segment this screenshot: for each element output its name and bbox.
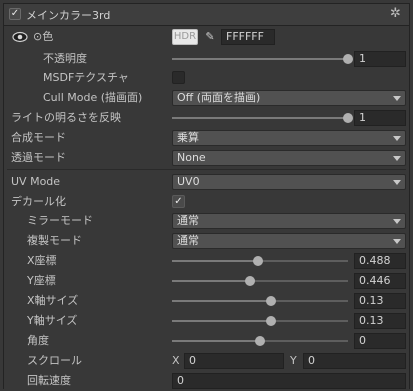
light-row: ライトの明るさを反映 1 — [0, 108, 413, 128]
slider-thumb[interactable] — [343, 54, 353, 64]
enable-checkbox[interactable]: ✓ — [9, 8, 21, 20]
ypos-row: Y座標 0.446 — [0, 271, 413, 291]
blend-label: 合成モード — [11, 131, 66, 144]
opacity-input[interactable]: 1 — [354, 51, 406, 67]
rotspeed-row: 回転速度 0 — [0, 371, 413, 391]
light-slider[interactable] — [172, 113, 353, 123]
xsize-input[interactable]: 0.13 — [354, 293, 406, 309]
msdf-row: MSDFテクスチャ — [0, 68, 413, 88]
rotspeed-input[interactable]: 0 — [172, 373, 406, 389]
scroll-x-label: X — [172, 354, 180, 367]
light-label: ライトの明るさを反映 — [11, 111, 121, 124]
mirror-label: ミラーモード — [27, 214, 93, 227]
slider-fill — [172, 280, 251, 282]
slider-fill — [172, 260, 258, 262]
mirror-value: 通常 — [177, 214, 199, 227]
opacity-label: 不透明度 — [43, 52, 87, 65]
chevron-down-icon — [393, 136, 401, 141]
slider-thumb[interactable] — [255, 336, 265, 346]
copy-label: 複製モード — [27, 234, 82, 247]
scroll-x-input[interactable]: 0 — [184, 353, 284, 369]
cull-row: Cull Mode (描画面) Off (両面を描画) — [0, 88, 413, 108]
eyedropper-icon[interactable]: ✎ — [203, 30, 217, 44]
copy-row: 複製モード 通常 — [0, 231, 413, 251]
scroll-row: スクロール X 0 Y 0 — [0, 351, 413, 371]
xsize-label: X軸サイズ — [27, 294, 79, 307]
blend-dropdown[interactable]: 乗算 — [172, 130, 406, 146]
scroll-label: スクロール — [27, 354, 82, 367]
transparency-row: 透過モード None — [0, 148, 413, 168]
decal-checkbox[interactable]: ✓ — [172, 195, 185, 208]
msdf-checkbox[interactable] — [172, 71, 185, 84]
eye-icon[interactable] — [12, 31, 28, 43]
slider-fill — [172, 58, 348, 60]
slider-thumb[interactable] — [343, 113, 353, 123]
slider-thumb[interactable] — [266, 316, 277, 326]
angle-row: 角度 0 — [0, 331, 413, 351]
decal-row: デカール化 ✓ — [0, 192, 413, 212]
color-hex-field[interactable]: FFFFFF — [221, 29, 275, 45]
slider-fill — [172, 320, 272, 322]
angle-slider[interactable] — [172, 336, 348, 346]
transparency-value: None — [177, 151, 206, 164]
scroll-y-label: Y — [290, 354, 297, 367]
hdr-swatch[interactable]: HDR — [172, 29, 198, 45]
uv-value: UV0 — [177, 175, 200, 188]
slider-fill — [172, 340, 260, 342]
ysize-row: Y軸サイズ 0.13 — [0, 311, 413, 331]
chevron-down-icon — [393, 156, 401, 161]
slider-thumb[interactable] — [266, 296, 277, 306]
copy-dropdown[interactable]: 通常 — [172, 233, 406, 249]
color-row: ⊙色 HDR ✎ FFFFFF — [0, 27, 413, 47]
transparency-dropdown[interactable]: None — [172, 150, 406, 166]
rotspeed-label: 回転速度 — [27, 374, 71, 387]
xpos-slider[interactable] — [172, 256, 348, 266]
cull-value: Off (両面を描画) — [177, 91, 261, 104]
gear-icon[interactable]: ✲ — [390, 7, 401, 20]
ysize-input[interactable]: 0.13 — [354, 313, 406, 329]
uv-dropdown[interactable]: UV0 — [172, 174, 406, 190]
angle-input[interactable]: 0 — [354, 333, 406, 349]
ypos-input[interactable]: 0.446 — [354, 273, 406, 289]
xpos-input[interactable]: 0.488 — [354, 253, 406, 269]
xsize-row: X軸サイズ 0.13 — [0, 291, 413, 311]
slider-fill — [172, 117, 348, 119]
cull-dropdown[interactable]: Off (両面を描画) — [172, 90, 406, 106]
opacity-row: 不透明度 1 — [0, 49, 413, 69]
section-title: メインカラー3rd — [26, 9, 111, 22]
ypos-slider[interactable] — [172, 276, 348, 286]
mirror-dropdown[interactable]: 通常 — [172, 213, 406, 229]
cull-label: Cull Mode (描画面) — [43, 91, 143, 104]
opacity-slider[interactable] — [172, 54, 353, 64]
light-input[interactable]: 1 — [354, 110, 406, 126]
chevron-down-icon — [393, 239, 401, 244]
blend-row: 合成モード 乗算 — [0, 128, 413, 148]
transparency-label: 透過モード — [11, 151, 66, 164]
angle-label: 角度 — [27, 334, 49, 347]
ysize-label: Y軸サイズ — [27, 314, 78, 327]
ypos-label: Y座標 — [27, 274, 56, 287]
uv-row: UV Mode UV0 — [0, 172, 413, 192]
copy-value: 通常 — [177, 234, 199, 247]
decal-label: デカール化 — [11, 195, 66, 208]
msdf-label: MSDFテクスチャ — [43, 71, 129, 84]
blend-value: 乗算 — [177, 131, 199, 144]
chevron-down-icon — [393, 96, 401, 101]
xpos-label: X座標 — [27, 254, 57, 267]
color-label: ⊙色 — [33, 30, 54, 43]
scroll-y-input[interactable]: 0 — [303, 353, 406, 369]
chevron-down-icon — [393, 219, 401, 224]
chevron-down-icon — [393, 180, 401, 185]
xpos-row: X座標 0.488 — [0, 251, 413, 271]
ysize-slider[interactable] — [172, 316, 348, 326]
slider-thumb[interactable] — [252, 256, 263, 266]
divider — [7, 169, 406, 170]
mirror-row: ミラーモード 通常 — [0, 211, 413, 231]
uv-label: UV Mode — [11, 175, 61, 188]
slider-thumb[interactable] — [245, 276, 256, 286]
slider-fill — [172, 300, 272, 302]
xsize-slider[interactable] — [172, 296, 348, 306]
